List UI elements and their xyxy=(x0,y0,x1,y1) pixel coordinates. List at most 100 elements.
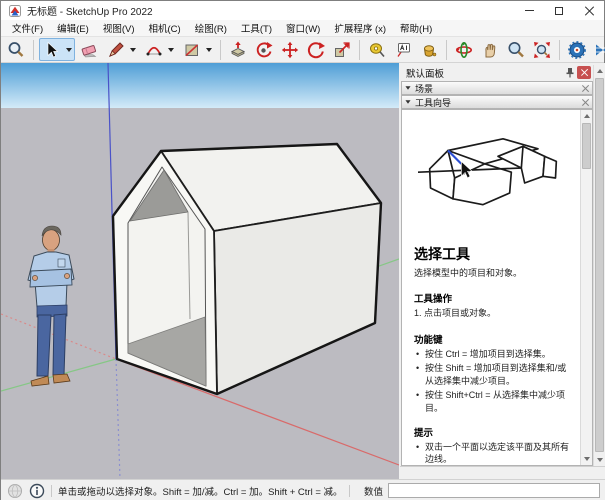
pin-icon xyxy=(565,67,575,78)
collapse-arrow-icon xyxy=(405,100,410,103)
scroll-up-icon[interactable] xyxy=(581,110,593,122)
scrollbar-thumb[interactable] xyxy=(582,123,591,169)
menu-window[interactable]: 窗口(W) xyxy=(279,19,327,37)
scroll-down-icon[interactable] xyxy=(594,454,605,466)
push-pull-icon xyxy=(229,41,247,59)
scale-icon xyxy=(333,41,351,59)
maximize-button[interactable] xyxy=(544,1,574,20)
scrollbar-thumb[interactable] xyxy=(595,78,604,452)
menu-help[interactable]: 帮助(H) xyxy=(393,19,439,37)
close-icon xyxy=(581,69,588,76)
instructor-intro: 选择模型中的项目和对象。 xyxy=(414,266,572,279)
list-item: 按住 Shift = 增加项目到选择集和/或从选择集中减少项目。 xyxy=(414,362,572,387)
3d-warehouse-icon xyxy=(594,41,605,59)
close-section-icon[interactable] xyxy=(582,99,589,106)
modeling-viewport[interactable] xyxy=(1,63,399,479)
sketchup-window: 无标题 - SketchUp Pro 2022 文件(F) 编辑(E) 视图(V… xyxy=(0,0,605,500)
arc-tool-button[interactable] xyxy=(142,38,166,61)
zoom-extents-icon xyxy=(533,41,551,59)
measurement-input[interactable] xyxy=(388,483,600,498)
instructor-panel: 选择工具 选择模型中的项目和对象。 工具操作 1. 点击项目或对象。 功能键 按… xyxy=(401,109,593,466)
scroll-down-icon[interactable] xyxy=(581,453,593,465)
rectangle-tool-dropdown[interactable] xyxy=(204,38,214,61)
tray-section-instructor[interactable]: 工具向导 xyxy=(401,95,593,109)
scroll-up-icon[interactable] xyxy=(594,65,605,77)
operation-item: 1. 点击项目或对象。 xyxy=(414,307,572,320)
chevron-down-icon xyxy=(168,48,174,52)
toolbar-separator xyxy=(559,40,560,60)
menu-view[interactable]: 视图(V) xyxy=(96,19,142,37)
paint-bucket-tool-button[interactable] xyxy=(417,38,441,61)
operation-title: 工具操作 xyxy=(414,291,572,305)
pan-tool-button[interactable] xyxy=(478,38,502,61)
menu-camera[interactable]: 相机(C) xyxy=(141,19,187,37)
extension-warehouse-button[interactable] xyxy=(565,38,589,61)
3d-warehouse-button[interactable] xyxy=(591,38,605,61)
list-item: 按住 Shift+Ctrl = 从选择集中减少项目。 xyxy=(414,389,572,414)
scale-tool-button[interactable] xyxy=(330,38,354,61)
panel-header: 默认面板 xyxy=(400,65,593,80)
status-separator xyxy=(51,485,52,497)
tray-section-scenes[interactable]: 场景 xyxy=(401,81,593,95)
pencil-icon xyxy=(107,41,125,59)
chevron-down-icon xyxy=(130,48,136,52)
move-icon xyxy=(281,41,299,59)
modifiers-title: 功能键 xyxy=(414,332,572,346)
modifier-list: 按住 Ctrl = 增加项目到选择集。 按住 Shift = 增加项目到选择集和… xyxy=(414,348,572,415)
instructor-scrollbar[interactable] xyxy=(580,110,592,465)
line-tool-button[interactable] xyxy=(104,38,128,61)
minimize-icon xyxy=(525,10,534,11)
select-arrow-icon xyxy=(43,41,61,59)
rotate-icon xyxy=(307,41,325,59)
zoom-extents-tool-button[interactable] xyxy=(530,38,554,61)
tray-scrollbar[interactable] xyxy=(593,65,605,466)
push-pull-tool-button[interactable] xyxy=(226,38,250,61)
rotate-tool-button[interactable] xyxy=(304,38,328,61)
pan-hand-icon xyxy=(481,41,499,59)
eraser-tool-button[interactable] xyxy=(77,38,101,61)
text-icon xyxy=(394,41,412,59)
tips-list: 双击一个平面以选定该平面及其所有边线。 双击一条边线以选定该边线及与其共享的平面… xyxy=(414,441,572,466)
move-tool-button[interactable] xyxy=(278,38,302,61)
close-section-icon[interactable] xyxy=(582,85,589,92)
geolocation-icon[interactable] xyxy=(7,483,23,499)
close-button[interactable] xyxy=(574,1,604,20)
viewport-canvas[interactable] xyxy=(1,63,399,479)
select-tool-button[interactable] xyxy=(40,38,64,61)
close-panel-button[interactable] xyxy=(577,66,591,79)
arc-icon xyxy=(145,41,163,59)
menu-edit[interactable]: 编辑(E) xyxy=(50,19,96,37)
instructor-heading: 选择工具 xyxy=(414,244,572,264)
menu-draw[interactable]: 绘图(R) xyxy=(188,19,234,37)
orbit-tool-button[interactable] xyxy=(452,38,476,61)
search-icon xyxy=(7,41,25,59)
info-icon[interactable] xyxy=(29,483,45,499)
status-separator xyxy=(349,485,350,497)
getting-started-toolbar xyxy=(1,37,604,63)
menu-tools[interactable]: 工具(T) xyxy=(234,19,279,37)
default-tray-panel: 默认面板 场景 工具向导 xyxy=(400,63,605,479)
sky xyxy=(1,63,399,109)
toolbar-separator xyxy=(220,40,221,60)
minimize-button[interactable] xyxy=(514,1,544,20)
orbit-icon xyxy=(455,41,473,59)
arc-tool-dropdown[interactable] xyxy=(166,38,176,61)
toolbar-separator xyxy=(446,40,447,60)
zoom-tool-button[interactable] xyxy=(504,38,528,61)
select-tool-dropdown[interactable] xyxy=(64,38,74,61)
text-tool-button[interactable] xyxy=(391,38,415,61)
eraser-icon xyxy=(80,41,98,59)
line-tool-dropdown[interactable] xyxy=(128,38,138,61)
pin-panel-button[interactable] xyxy=(563,66,577,79)
maximize-icon xyxy=(555,7,563,15)
offset-tool-button[interactable] xyxy=(252,38,276,61)
menu-file[interactable]: 文件(F) xyxy=(5,19,50,37)
rectangle-tool-button[interactable] xyxy=(180,38,204,61)
offset-icon xyxy=(255,41,273,59)
toolbar-separator xyxy=(359,40,360,60)
menu-extensions[interactable]: 扩展程序 (x) xyxy=(327,19,393,37)
search-tool-button[interactable] xyxy=(4,38,28,61)
section-label: 场景 xyxy=(415,82,582,95)
measurement-label: 数值 xyxy=(364,484,383,498)
tape-measure-tool-button[interactable] xyxy=(365,38,389,61)
